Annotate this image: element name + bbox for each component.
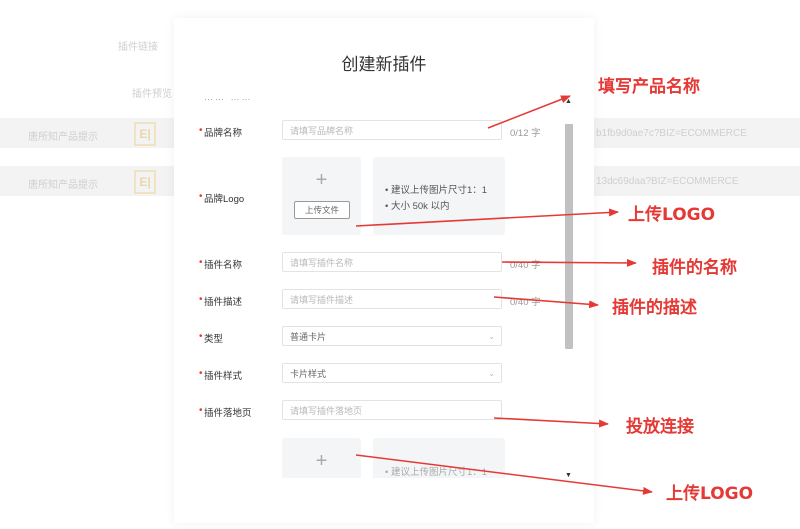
background-row-name: 唐所知产品提示 — [28, 132, 98, 143]
modal-scrollbar[interactable]: ▲ ▼ — [563, 98, 575, 483]
landing-row: • 插件落地页 请填写插件落地页 — [174, 400, 564, 422]
brand-name-counter: 0/12 字 — [510, 128, 541, 139]
type-row: • 类型 普通卡片 ⌄ — [174, 326, 564, 348]
plugin-desc-input[interactable]: 请填写插件描述 — [282, 289, 502, 309]
partially-hidden-row: …… …… — [204, 92, 253, 102]
background-logo: E| — [134, 170, 156, 194]
plus-icon: + — [315, 169, 328, 191]
type-select[interactable]: 普通卡片 ⌄ — [282, 326, 502, 346]
style-select[interactable]: 卡片样式 ⌄ — [282, 363, 502, 383]
plugin-name-label: 插件名称 — [204, 260, 243, 271]
brand-logo-row: • 品牌Logo + 上传文件 • 建议上传图片尺寸1：1 • 大小 50k 以… — [174, 157, 564, 239]
create-plugin-modal: 创建新插件 …… …… • 品牌名称 请填写品牌名称 0/12 字 • 品牌Lo… — [174, 18, 594, 523]
chevron-down-icon: ⌄ — [488, 369, 495, 378]
annotation-label: 填写产品名称 — [598, 77, 700, 97]
modal-title: 创建新插件 — [341, 55, 427, 74]
annotation-label: 插件的描述 — [612, 298, 697, 318]
plugin-name-counter: 0/40 字 — [510, 260, 541, 271]
landing-input[interactable]: 请填写插件落地页 — [282, 400, 502, 420]
brand-name-row: • 品牌名称 请填写品牌名称 0/12 字 — [174, 120, 564, 142]
required-mark: • — [199, 405, 203, 416]
plugin-desc-label: 插件描述 — [204, 297, 243, 308]
required-mark: • — [199, 125, 203, 136]
landing-label: 插件落地页 — [204, 408, 252, 419]
plus-icon: + — [315, 450, 328, 472]
annotation-label: 插件的名称 — [652, 258, 737, 278]
style-label: 插件样式 — [204, 371, 243, 382]
annotation-label: 上传LOGO — [666, 484, 754, 504]
required-mark: • — [199, 294, 203, 305]
background-row-id: b1fb9d0ae7c?BIZ=ECOMMERCE — [596, 128, 747, 139]
type-select-value: 普通卡片 — [290, 332, 327, 342]
background-row-name: 唐所知产品提示 — [28, 180, 98, 191]
plugin-image-upload-area[interactable]: + — [282, 438, 361, 478]
style-row: • 插件样式 卡片样式 ⌄ — [174, 363, 564, 385]
plugin-desc-counter: 0/40 字 — [510, 297, 541, 308]
scroll-down-icon[interactable]: ▼ — [565, 472, 572, 479]
chevron-down-icon: ⌄ — [488, 332, 495, 341]
background-row-id: 13dc69daa?BIZ=ECOMMERCE — [596, 176, 739, 187]
required-mark: • — [199, 257, 203, 268]
plugin-image-row: + • 建议上传图片尺寸1：1 — [174, 438, 564, 478]
logo-hint-box: • 建议上传图片尺寸1：1 • 大小 50k 以内 — [373, 157, 505, 235]
scroll-up-icon[interactable]: ▲ — [565, 98, 572, 105]
brand-name-input[interactable]: 请填写品牌名称 — [282, 120, 502, 140]
required-mark: • — [199, 368, 203, 379]
required-mark: • — [199, 191, 203, 202]
plugin-name-input[interactable]: 请填写插件名称 — [282, 252, 502, 272]
type-label: 类型 — [204, 334, 224, 345]
logo-hint-weight: • 大小 50k 以内 — [385, 201, 450, 212]
brand-name-label: 品牌名称 — [204, 128, 243, 139]
scrollbar-thumb[interactable] — [565, 124, 573, 349]
background-logo: E| — [134, 122, 156, 146]
upload-file-button[interactable]: 上传文件 — [294, 201, 350, 219]
style-select-value: 卡片样式 — [290, 369, 327, 379]
plugin-image-hint-box: • 建议上传图片尺寸1：1 — [373, 438, 505, 478]
logo-hint-size: • 建议上传图片尺寸1：1 — [385, 185, 488, 196]
plugin-name-row: • 插件名称 请填写插件名称 0/40 字 — [174, 252, 564, 274]
required-mark: • — [199, 331, 203, 342]
plugin-desc-row: • 插件描述 请填写插件描述 0/40 字 — [174, 289, 564, 311]
annotation-label: 投放连接 — [626, 417, 694, 437]
background-header: 插件链接 — [118, 42, 158, 53]
brand-logo-label: 品牌Logo — [204, 194, 245, 205]
background-header: 插件预览 — [132, 89, 172, 100]
plugin-image-hint: • 建议上传图片尺寸1：1 — [385, 467, 488, 478]
annotation-label: 上传LOGO — [628, 205, 716, 225]
logo-upload-area[interactable]: + 上传文件 — [282, 157, 361, 235]
